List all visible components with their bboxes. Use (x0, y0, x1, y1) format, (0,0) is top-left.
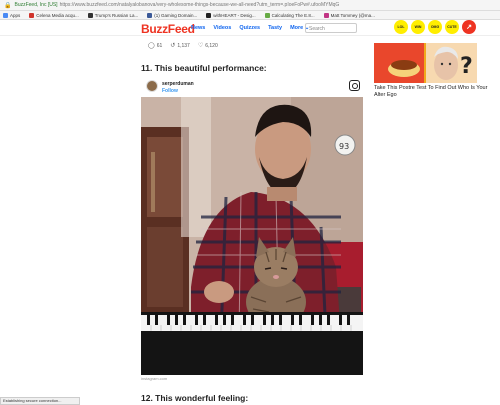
url-text[interactable]: https://www.buzzfeed.com/natalyalobanova… (60, 2, 340, 8)
badge-cute[interactable]: CUTE (445, 20, 459, 34)
instagram-icon[interactable] (349, 80, 360, 91)
site-header: BuzzFeed News Videos Quizzes Tasty More … (0, 20, 500, 36)
item-heading: 11. This beautiful performance: (141, 63, 267, 73)
bookmark-item[interactable]: Trump's Russian La... (87, 12, 138, 18)
instagram-username[interactable]: serperduman (162, 81, 194, 87)
bookmark-item[interactable]: (1) Gaming Domain... (147, 12, 197, 18)
svg-text:?: ? (460, 54, 473, 79)
instagram-video[interactable]: 93 (141, 97, 363, 375)
status-bar: Establishing secure connection... (0, 397, 80, 405)
search-input[interactable]: Search (305, 23, 357, 33)
trending-icon[interactable]: ↗ (462, 20, 476, 34)
next-item-heading: 12. This wonderful feeling: (141, 393, 249, 403)
badge-lol[interactable]: LOL (394, 20, 408, 34)
buzzfeed-logo[interactable]: BuzzFeed (141, 22, 195, 36)
badge-win[interactable]: WIN (411, 20, 425, 34)
retweet-icon: ↺ (170, 43, 176, 49)
lock-icon: 🔒 (4, 2, 12, 9)
sidebar-ad-image[interactable]: ? (374, 43, 477, 83)
address-bar[interactable]: 🔒 BuzzFeed, Inc [US] https://www.buzzfee… (0, 0, 500, 11)
bookmark-item[interactable]: Calculating The E.8... (264, 12, 315, 18)
bookmark-favicon (264, 12, 270, 18)
apps-icon (3, 12, 8, 18)
ad-illustration: ? (374, 43, 477, 83)
likes-stat[interactable]: ♡ 6,120 (197, 42, 218, 50)
bookmark-item[interactable]: Celena Media acqu... (29, 12, 79, 18)
bookmark-favicon (29, 12, 35, 18)
video-frame-illustration: 93 (141, 97, 363, 375)
heart-icon: ♡ (197, 43, 204, 49)
bookmark-item[interactable]: withHEART - Desig... (206, 12, 256, 18)
bookmarks-bar: Apps Celena Media acqu... Trump's Russia… (0, 11, 500, 20)
bookmark-favicon (206, 12, 212, 18)
site-identity[interactable]: BuzzFeed, Inc [US] (14, 2, 57, 8)
retweets-stat[interactable]: ↺ 1,137 (170, 42, 190, 50)
nav-news[interactable]: News (191, 25, 205, 31)
bookmark-favicon (323, 12, 329, 18)
sidebar-ad-caption[interactable]: Take This Postre Test To Find Out Who Is… (374, 85, 489, 99)
follow-link[interactable]: Follow (162, 88, 178, 94)
badge-omg[interactable]: OMG (428, 20, 442, 34)
embed-credit[interactable]: instagram.com (141, 376, 167, 381)
share-stats: ◯ 61 ↺ 1,137 ♡ 6,120 (148, 42, 226, 50)
nav-videos[interactable]: Videos (213, 25, 231, 31)
comment-icon: ◯ (148, 43, 155, 49)
bookmark-favicon (87, 12, 93, 18)
svg-text:93: 93 (339, 142, 349, 151)
bookmark-apps[interactable]: Apps (3, 12, 20, 18)
comments-stat[interactable]: ◯ 61 (148, 42, 162, 50)
bookmark-item[interactable]: Matt Tommey (@ma... (323, 12, 375, 18)
nav-tasty[interactable]: Tasty (268, 25, 282, 31)
bookmark-favicon (147, 12, 153, 18)
nav-quizzes[interactable]: Quizzes (239, 25, 260, 31)
main-nav: News Videos Quizzes Tasty More ⌄ (191, 25, 317, 31)
avatar[interactable] (146, 80, 158, 92)
instagram-embed-header: serperduman Follow (141, 78, 363, 97)
